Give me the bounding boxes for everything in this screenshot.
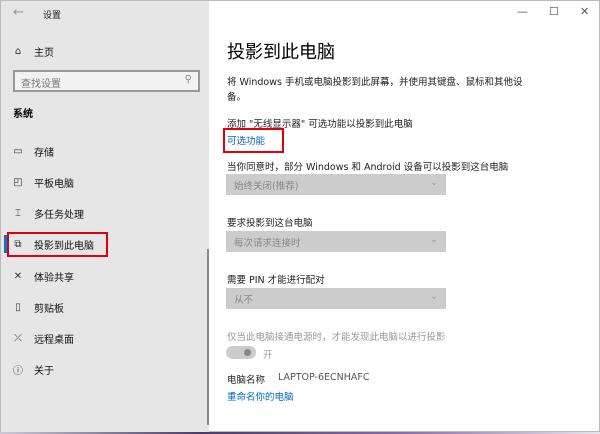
- pc-name-label: 电脑名称: [227, 375, 266, 386]
- pin-dropdown[interactable]: 从不 ⌄: [226, 288, 446, 309]
- info-icon: ⓘ: [13, 366, 23, 377]
- sidebar-item-home[interactable]: ⌂ 主页: [11, 44, 54, 59]
- allow-projection-dropdown[interactable]: 始终关闭(推荐) ⌄: [226, 174, 446, 195]
- app-title: 设置: [43, 11, 62, 21]
- home-icon: ⌂: [14, 46, 22, 57]
- sidebar-item-label: 多任务处理: [34, 210, 84, 221]
- ask-projection-label: 要求投影到这台电脑: [227, 218, 313, 229]
- share-icon: ✕: [13, 271, 23, 282]
- rename-pc-link[interactable]: 重命名你的电脑: [227, 389, 294, 403]
- close-icon[interactable]: ✕: [580, 5, 589, 18]
- power-only-text: 仅当此电脑接通电源时，才能发现此电脑以进行投影: [227, 332, 446, 343]
- search-placeholder: 查找设置: [21, 79, 61, 90]
- multitask-icon: ⌶: [15, 208, 21, 219]
- storage-icon: ▭: [13, 146, 23, 157]
- dropdown-value: 每次请求连接时: [234, 238, 301, 249]
- sidebar-item-clipboard[interactable]: ▯ 剪贴板: [11, 300, 64, 315]
- toggle-label: 开: [263, 350, 273, 361]
- page-title: 投影到此电脑: [227, 42, 335, 63]
- tablet-icon: ◰: [13, 177, 23, 188]
- clipboard-icon: ▯: [15, 302, 21, 313]
- maximize-icon[interactable]: ☐: [549, 5, 559, 18]
- ask-projection-dropdown[interactable]: 每次请求连接时 ⌄: [226, 231, 446, 252]
- back-arrow-icon[interactable]: ←: [13, 5, 24, 20]
- sidebar-item-label: 主页: [34, 48, 54, 59]
- sidebar-item-label: 剪贴板: [34, 304, 64, 315]
- pc-name-value: LAPTOP-6ECNHAFC: [278, 372, 370, 383]
- settings-window: ← 设置 ⌂ 主页 查找设置 ⚲ 系统 ▭ 存储 ◰ 平板电脑 ⌶ 多任务处理 ⧉ 投影…: [0, 0, 600, 432]
- chevron-down-icon: ⌄: [430, 291, 438, 302]
- allow-projection-label: 当你同意时，部分 Windows 和 Android 设备可以投影到这台电脑: [227, 162, 509, 173]
- chevron-down-icon: ⌄: [430, 234, 438, 245]
- toggle-knob: [244, 349, 251, 356]
- highlight-box: [7, 232, 108, 257]
- sidebar-item-remote[interactable]: ⤫ 远程桌面: [11, 331, 74, 346]
- sidebar-item-label: 平板电脑: [34, 179, 74, 190]
- sidebar-item-share[interactable]: ✕ 体验共享: [11, 269, 74, 284]
- minimize-icon[interactable]: —: [517, 5, 528, 18]
- sidebar-item-about[interactable]: ⓘ 关于: [11, 362, 54, 377]
- sidebar-item-label: 远程桌面: [34, 335, 74, 346]
- section-heading: 系统: [13, 109, 33, 120]
- sidebar-item-label: 体验共享: [34, 273, 74, 284]
- sidebar-item-tablet[interactable]: ◰ 平板电脑: [11, 175, 74, 190]
- sidebar-item-label: 存储: [34, 148, 54, 159]
- pin-label: 需要 PIN 才能进行配对: [227, 275, 325, 286]
- chevron-down-icon: ⌄: [430, 177, 438, 188]
- highlight-box: [223, 128, 284, 153]
- sidebar-item-storage[interactable]: ▭ 存储: [11, 144, 54, 159]
- search-icon: ⚲: [184, 74, 192, 85]
- search-input[interactable]: 查找设置 ⚲: [13, 70, 200, 92]
- sidebar-scrollbar[interactable]: [207, 249, 209, 425]
- sidebar-item-label: 关于: [34, 366, 54, 377]
- description-cont: 备。: [227, 92, 247, 103]
- sidebar-item-multitask[interactable]: ⌶ 多任务处理: [11, 206, 84, 221]
- description: 将 Windows 手机或电脑投影到此屏幕，并使用其键盘、鼠标和其他设: [227, 77, 523, 88]
- sidebar: ← 设置 ⌂ 主页 查找设置 ⚲ 系统 ▭ 存储 ◰ 平板电脑 ⌶ 多任务处理 ⧉ 投影…: [1, 1, 209, 432]
- remote-icon: ⤫: [14, 333, 22, 344]
- power-only-toggle[interactable]: [226, 346, 256, 359]
- dropdown-value: 从不: [234, 295, 254, 306]
- dropdown-value: 始终关闭(推荐): [234, 181, 299, 192]
